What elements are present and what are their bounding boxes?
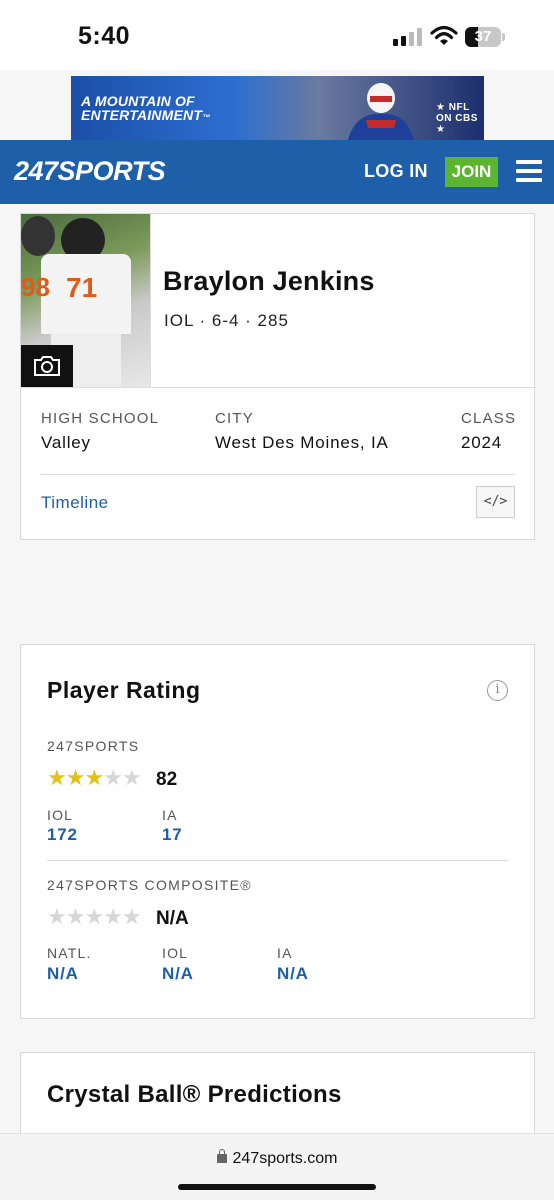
status-bar: 5:40 37 [0,0,554,70]
composite-score: N/A [156,908,189,929]
login-link[interactable]: LOG IN [364,161,428,182]
star-filled-icon: ★ [47,765,67,790]
star-empty-icon: ★ [121,904,142,929]
ad-player-image [336,80,426,140]
player-profile-card: 98 71 Braylon Jenkins IOL · 6-4 · 285 HI… [20,213,536,540]
rank-label-natl: NATL. [47,945,92,961]
ad-banner[interactable]: A MOUNTAIN OF ENTERTAINMENT™ ★ NFL ON CB… [71,76,484,140]
timeline-link[interactable]: Timeline [41,493,109,513]
cellular-signal-icon [393,28,423,46]
wifi-icon [430,25,458,47]
site-logo[interactable]: 247SPORTS [14,156,166,187]
247sports-star-rating: ★★★★★ [47,765,142,790]
player-name: Braylon Jenkins [163,266,375,296]
battery-icon: 37 [465,27,501,47]
rank-value-ia[interactable]: 17 [162,825,183,845]
rank-label-ia: IA [277,945,293,961]
camera-icon[interactable] [21,345,73,387]
247sports-score: 82 [156,769,178,790]
lock-icon [216,1149,227,1163]
hamburger-menu-icon[interactable] [516,160,542,182]
rank-label-iol: IOL [47,807,74,823]
divider [41,474,515,475]
ad-headline: A MOUNTAIN OF ENTERTAINMENT™ [81,93,211,123]
city-label: CITY [215,410,254,427]
composite-rating-label: 247SPORTS COMPOSITE® [47,877,252,893]
rank-label-ia: IA [162,807,178,823]
star-filled-icon: ★ [65,765,86,790]
rank-label-iol: IOL [162,945,189,961]
clock: 5:40 [78,22,131,50]
rank-value-natl[interactable]: N/A [47,964,79,984]
city-value: West Des Moines, IA [215,433,389,452]
site-header: 247SPORTS LOG IN JOIN [0,140,554,204]
composite-star-rating: ★★★★★ [47,904,142,929]
embed-code-button[interactable]: </> [476,486,515,518]
star-empty-icon: ★ [103,765,123,790]
class-value: 2024 [461,433,503,452]
crystal-ball-title: Crystal Ball® Predictions [47,1081,342,1108]
star-empty-icon: ★ [121,765,142,790]
star-empty-icon: ★ [47,904,67,929]
star-filled-icon: ★ [84,765,104,790]
star-empty-icon: ★ [84,904,104,929]
high-school-value: Valley [41,433,91,452]
join-button[interactable]: JOIN [445,157,498,187]
class-label: CLASS [461,410,517,427]
home-indicator[interactable] [178,1184,376,1190]
star-empty-icon: ★ [65,904,86,929]
battery-percent: 37 [474,28,492,45]
247sports-rating-label: 247SPORTS [47,738,140,754]
star-empty-icon: ★ [103,904,123,929]
player-rating-card: Player Rating i 247SPORTS ★★★★★ 82 IOL 1… [20,644,535,1019]
rank-value-iol[interactable]: 172 [47,825,78,845]
player-rating-title: Player Rating [47,677,201,703]
info-icon[interactable]: i [487,680,508,701]
rank-value-iol[interactable]: N/A [162,964,194,984]
divider [21,387,536,388]
ad-cbs-tag: ★ NFL ON CBS ★ [436,102,478,135]
url-display[interactable]: 247sports.com [0,1149,554,1168]
divider [47,860,509,861]
battery-cap [502,33,505,41]
player-position-size: IOL · 6-4 · 285 [164,311,289,330]
browser-url-bar[interactable]: 247sports.com [0,1133,554,1200]
player-photo[interactable]: 98 71 [21,214,151,387]
rank-value-ia[interactable]: N/A [277,964,309,984]
high-school-label: HIGH SCHOOL [41,410,160,427]
